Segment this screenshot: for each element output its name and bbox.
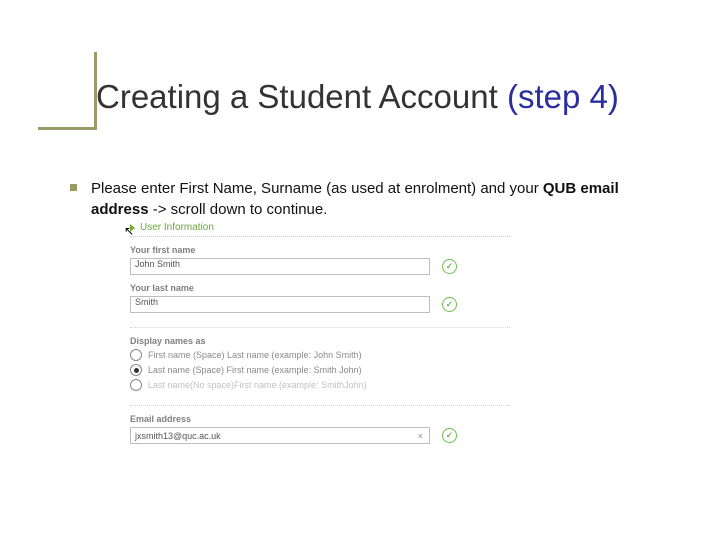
bullet-list: Please enter First Name, Surname (as use… (70, 178, 680, 220)
first-name-row: John Smith ✓ (130, 258, 510, 275)
bullet-icon (70, 184, 77, 191)
section-header: User Information (130, 222, 510, 237)
bullet-text: Please enter First Name, Surname (as use… (91, 178, 680, 220)
title-block: Creating a Student Account (step 4) (38, 78, 619, 116)
title-step: (step 4) (507, 78, 619, 115)
check-icon: ✓ (442, 259, 457, 274)
radio-icon (130, 364, 142, 376)
title-decoration-h (38, 127, 94, 130)
last-name-label: Your last name (130, 283, 510, 293)
last-name-input[interactable]: Smith (130, 296, 430, 313)
radio-label: First name (Space) Last name (example: J… (148, 350, 362, 360)
form-screenshot: ↖ User Information Your first name John … (130, 222, 510, 444)
radio-option-1[interactable]: Last name (Space) First name (example: S… (130, 364, 510, 376)
email-value: jxsmith13@quc.ac.uk (135, 431, 221, 441)
email-row: jxsmith13@quc.ac.uk × ✓ (130, 427, 510, 444)
divider (130, 405, 510, 406)
bullet-post: -> scroll down to continue. (149, 201, 328, 218)
display-names-label: Display names as (130, 336, 510, 346)
title-decoration-v (94, 52, 97, 130)
radio-option-2[interactable]: Last name(No space)First name (example: … (130, 379, 510, 391)
check-icon: ✓ (442, 297, 457, 312)
check-icon: ✓ (442, 428, 457, 443)
slide-title: Creating a Student Account (step 4) (96, 78, 619, 116)
clear-icon[interactable]: × (418, 431, 425, 441)
radio-label: Last name (Space) First name (example: S… (148, 365, 362, 375)
radio-label: Last name(No space)First name (example: … (148, 380, 367, 390)
radio-option-0[interactable]: First name (Space) Last name (example: J… (130, 349, 510, 361)
radio-icon (130, 379, 142, 391)
bullet-pre: Please enter First Name, Surname (as use… (91, 180, 543, 197)
first-name-label: Your first name (130, 245, 510, 255)
email-label: Email address (130, 414, 510, 424)
email-input[interactable]: jxsmith13@quc.ac.uk × (130, 427, 430, 444)
title-main: Creating a Student Account (96, 78, 498, 115)
cursor-icon: ↖ (124, 224, 134, 238)
last-name-row: Smith ✓ (130, 296, 510, 313)
first-name-input[interactable]: John Smith (130, 258, 430, 275)
divider (130, 327, 510, 328)
radio-icon (130, 349, 142, 361)
bullet-item: Please enter First Name, Surname (as use… (70, 178, 680, 220)
section-title: User Information (140, 222, 214, 233)
